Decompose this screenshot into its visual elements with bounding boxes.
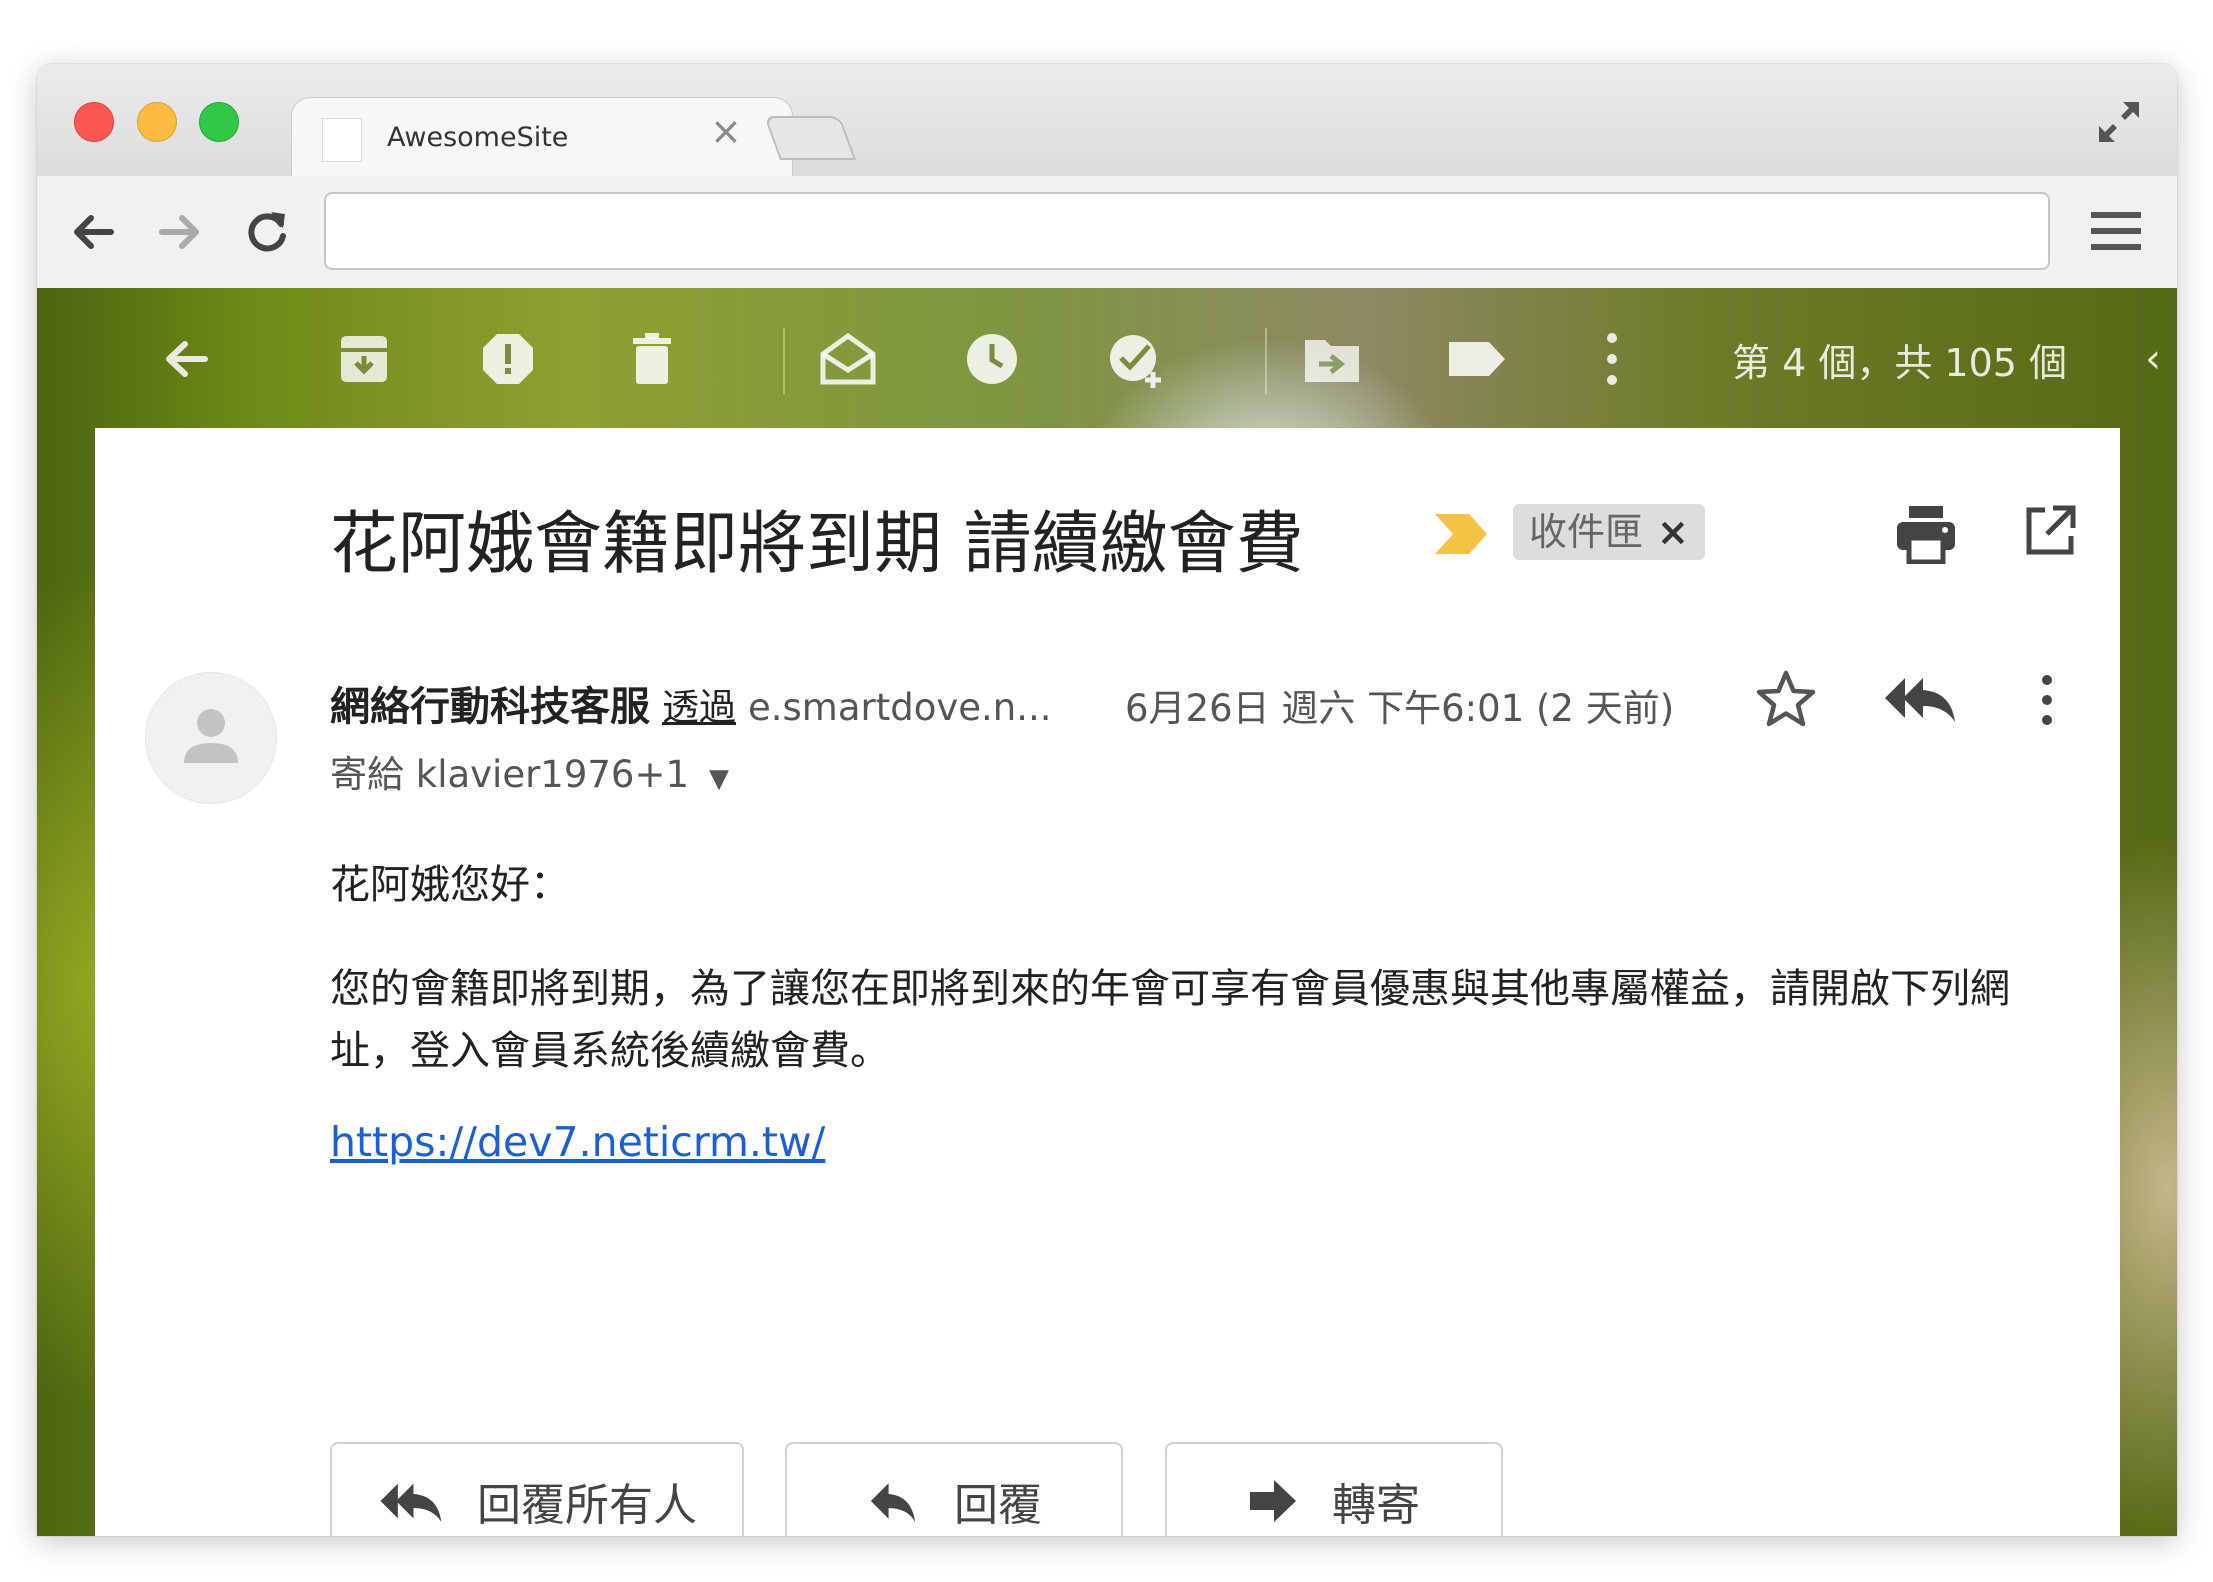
reply-label: 回覆 [954,1480,1042,1531]
reload-icon[interactable] [241,206,293,258]
address-bar[interactable] [324,192,2050,270]
more-options-icon[interactable] [2035,672,2059,728]
star-icon[interactable] [1755,668,1817,730]
browser-window: AwesomeSite × 第 4 個，共 105 個 ‹ 花阿娥會籍即將到期 … [37,64,2177,1536]
gmail-action-toolbar: 第 4 個，共 105 個 ‹ [37,288,2177,428]
email-card: 花阿娥會籍即將到期 請續繳會費 收件匣 × 網絡行動科技客服 透過 e.smar… [95,428,2120,1536]
page-favicon-icon [322,118,362,162]
reply-all-icon[interactable] [1881,672,1957,724]
gmail-page: 第 4 個，共 105 個 ‹ 花阿娥會籍即將到期 請續繳會費 收件匣 × 網絡… [37,288,2177,1536]
reply-icon [870,1483,916,1523]
labels-icon[interactable] [1445,328,1507,390]
show-details-caret-icon[interactable]: ▼ [709,764,729,794]
label-chip-text: 收件匣 [1529,510,1644,554]
more-vert-icon[interactable] [1597,328,1627,390]
minimize-window-button[interactable] [137,102,177,142]
back-icon[interactable] [67,206,119,258]
newer-chevron-icon[interactable]: ‹ [2145,336,2161,382]
via-link[interactable]: 透過 [662,686,736,729]
add-to-tasks-icon[interactable] [1105,328,1167,390]
browser-titlebar: AwesomeSite × [37,64,2177,178]
inbox-label-chip: 收件匣 × [1513,504,1705,560]
report-spam-icon[interactable] [477,328,539,390]
hamburger-menu-icon[interactable] [2091,208,2141,254]
reply-all-icon [380,1483,442,1522]
close-window-button[interactable] [74,102,114,142]
archive-icon[interactable] [333,328,395,390]
toolbar-divider [1265,328,1267,394]
delete-icon[interactable] [621,328,683,390]
reply-button[interactable]: 回覆 [785,1442,1123,1536]
forward-label: 轉寄 [1332,1480,1420,1531]
email-greeting: 花阿娥您好： [330,862,570,908]
person-icon [184,709,238,763]
zoom-window-button[interactable] [199,102,239,142]
forward-icon[interactable] [154,206,206,258]
email-body-paragraph: 您的會籍即將到期，為了讓您在即將到來的年會可享有會員優惠與其他專屬權益，請開啟下… [330,966,2010,1074]
fullscreen-icon[interactable] [2095,98,2143,146]
reply-all-label: 回覆所有人 [477,1480,697,1531]
new-tab-button[interactable] [763,116,857,160]
snooze-icon[interactable] [961,328,1023,390]
sender-avatar[interactable] [145,672,277,804]
print-icon[interactable] [1895,502,1957,564]
back-arrow-icon[interactable] [155,328,217,390]
sender-line: 網絡行動科技客服 透過 e.smartdove.n... [330,674,1052,732]
browser-tab[interactable]: AwesomeSite × [292,98,792,178]
sender-name[interactable]: 網絡行動科技客服 [330,684,650,730]
forward-arrow-icon [1250,1480,1296,1522]
reply-all-button[interactable]: 回覆所有人 [330,1442,744,1536]
mark-unread-icon[interactable] [817,328,879,390]
recipient-text: 寄給 klavier1976+1 [330,753,689,796]
recipient-line: 寄給 klavier1976+1 ▼ [330,744,729,798]
browser-toolbar [37,176,2177,289]
important-marker-icon[interactable] [1433,512,1489,556]
tab-close-button[interactable]: × [710,112,742,150]
toolbar-divider [783,328,785,394]
remove-label-button[interactable]: × [1657,510,1689,554]
tab-title: AwesomeSite [387,122,569,153]
open-in-new-window-icon[interactable] [2023,504,2077,558]
email-date: 6月26日 週六 下午6:01 (2 天前) [1125,687,1675,730]
renewal-link[interactable]: https://dev7.neticrm.tw/ [330,1118,825,1166]
email-subject: 花阿娥會籍即將到期 請續繳會費 [330,505,1304,584]
move-to-icon[interactable] [1301,328,1363,390]
sender-domain: e.smartdove.n... [748,686,1052,729]
forward-button[interactable]: 轉寄 [1165,1442,1503,1536]
pagination-label: 第 4 個，共 105 個 [1732,341,2068,385]
